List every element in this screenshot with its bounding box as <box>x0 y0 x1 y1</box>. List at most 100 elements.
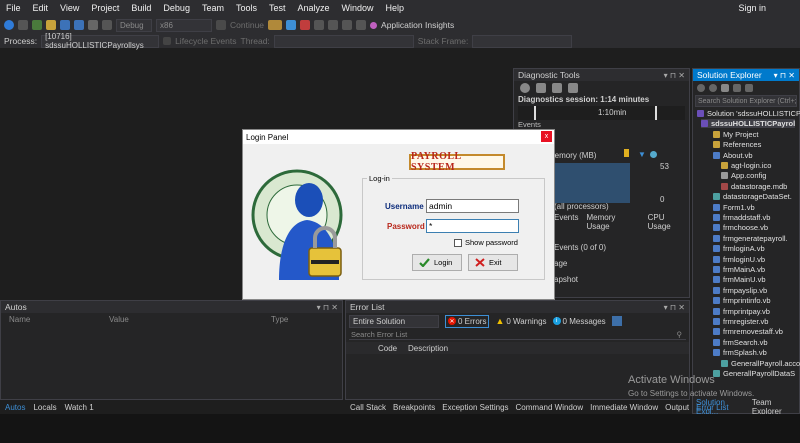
back-icon[interactable] <box>697 84 705 92</box>
menu-file[interactable]: File <box>0 3 27 13</box>
solution-tree-item[interactable]: frmregister.vb <box>713 317 768 326</box>
menu-help[interactable]: Help <box>380 3 411 13</box>
menu-test[interactable]: Test <box>263 3 292 13</box>
settings-icon[interactable] <box>520 83 530 93</box>
col-name[interactable]: Name <box>1 315 109 324</box>
menu-debug[interactable]: Debug <box>157 3 196 13</box>
panel-pin-close-icon[interactable]: ▾ ⊓ ✕ <box>774 71 799 80</box>
tab-exception-settings[interactable]: Exception Settings <box>442 403 508 412</box>
snapshot-text[interactable]: apshot <box>554 275 578 284</box>
solution-tree-item[interactable]: frmprintpay.vb <box>713 307 770 316</box>
tab-watch-1[interactable]: Watch 1 <box>65 403 94 412</box>
exit-button[interactable]: Exit <box>468 254 518 271</box>
show-password-label[interactable]: Show password <box>465 238 518 247</box>
tab-memory-usage[interactable]: Memory Usage <box>586 213 639 231</box>
open-folder-icon[interactable] <box>46 20 56 30</box>
tab-breakpoints[interactable]: Breakpoints <box>393 403 435 412</box>
solution-tree-item[interactable]: About.vb <box>713 151 753 160</box>
tab-error-list[interactable]: Error List <box>696 403 728 412</box>
col-value[interactable]: Value <box>109 315 271 324</box>
solution-tree-item[interactable]: frmMainU.vb <box>713 275 766 284</box>
select-tools-icon[interactable] <box>536 83 546 93</box>
continue-icon[interactable] <box>216 20 226 30</box>
password-field[interactable]: * <box>426 219 519 233</box>
tab-events[interactable]: Events <box>554 213 578 231</box>
col-description[interactable]: Description <box>408 344 448 353</box>
menu-tools[interactable]: Tools <box>230 3 263 13</box>
col-code[interactable]: Code <box>378 344 408 353</box>
solution-tree-item[interactable]: agt-login.ico <box>721 161 771 170</box>
error-search-input[interactable]: Search Error List ⚲ <box>349 329 686 340</box>
home-icon[interactable] <box>721 84 729 92</box>
filter-icon[interactable] <box>611 316 622 326</box>
solution-tree-item[interactable]: datastorageDataSet. <box>713 192 792 201</box>
solution-tree-item[interactable]: frmremovestaff.vb <box>713 327 783 336</box>
thread-dropdown[interactable] <box>273 34 414 48</box>
lifecycle-events-button[interactable]: Lifecycle Events <box>175 36 236 46</box>
solution-tree-item[interactable]: frmSearch.vb <box>713 338 768 347</box>
stop-icon[interactable] <box>300 20 311 30</box>
menu-view[interactable]: View <box>54 3 85 13</box>
menu-window[interactable]: Window <box>336 3 380 13</box>
tab-locals[interactable]: Locals <box>33 403 56 412</box>
panel-pin-close-icon[interactable]: ▾ ⊓ ✕ <box>664 303 689 312</box>
undo-icon[interactable] <box>88 20 98 30</box>
tab-command-window[interactable]: Command Window <box>516 403 584 412</box>
solution-tree-item[interactable]: frmloginA.vb <box>713 244 765 253</box>
solution-tree-item[interactable]: frmgeneratepayroll. <box>713 234 788 243</box>
forward-icon[interactable] <box>18 20 28 30</box>
solution-tree-item[interactable]: sdssuHOLLISTICPayrol <box>701 119 796 129</box>
solution-search-input[interactable]: Search Solution Explorer (Ctrl+;) <box>695 95 797 107</box>
breakpoint-icon[interactable] <box>268 20 283 30</box>
config-dropdown[interactable]: Debug <box>116 18 152 32</box>
menu-edit[interactable]: Edit <box>27 3 55 13</box>
warnings-filter-button[interactable]: ▲ 0 Warnings <box>495 316 546 326</box>
solution-tree-item[interactable]: datastorage.mdb <box>721 182 787 191</box>
menu-team[interactable]: Team <box>196 3 230 13</box>
menu-build[interactable]: Build <box>125 3 157 13</box>
solution-tree-item[interactable]: frmpayslip.vb <box>713 286 767 295</box>
pause-icon[interactable] <box>286 20 297 30</box>
zoom-out-icon[interactable] <box>568 83 578 93</box>
solution-tree-item[interactable]: frmchoose.vb <box>713 223 768 232</box>
back-icon[interactable] <box>4 20 14 30</box>
save-all-icon[interactable] <box>74 20 84 30</box>
solution-tree-item[interactable]: frmprintinfo.vb <box>713 296 771 305</box>
zoom-in-icon[interactable] <box>552 83 562 93</box>
menu-analyze[interactable]: Analyze <box>292 3 336 13</box>
platform-dropdown[interactable]: x86 <box>156 18 212 32</box>
login-button[interactable]: Login <box>412 254 462 271</box>
menu-project[interactable]: Project <box>85 3 125 13</box>
app-insights-icon[interactable] <box>370 21 378 29</box>
solution-tree-item[interactable]: App.config <box>721 171 766 180</box>
solution-tree-item[interactable]: frmloginU.vb <box>713 255 765 264</box>
solution-tree-item[interactable]: frmSplash.vb <box>713 348 767 357</box>
step-into-icon[interactable] <box>342 20 353 30</box>
panel-pin-close-icon[interactable]: ▾ ⊓ ✕ <box>664 71 689 80</box>
solution-tree-item[interactable]: GenerallPayrollDataS <box>713 369 795 378</box>
tab-autos[interactable]: Autos <box>5 403 25 412</box>
redo-icon[interactable] <box>102 20 112 30</box>
sign-in-link[interactable]: Sign in <box>732 3 772 13</box>
solution-tree-item[interactable]: frmaddstaff.vb <box>713 213 770 222</box>
tab-call-stack[interactable]: Call Stack <box>350 403 386 412</box>
process-dropdown[interactable]: [10716] sdssuHOLLISTICPayrollsys <box>41 32 160 50</box>
solution-tree-item[interactable]: My Project <box>713 130 758 139</box>
save-icon[interactable] <box>60 20 70 30</box>
refresh-icon[interactable] <box>745 84 753 92</box>
col-type[interactable]: Type <box>271 315 288 324</box>
step-out-icon[interactable] <box>356 20 367 30</box>
step-over-icon[interactable] <box>328 20 339 30</box>
messages-filter-button[interactable]: i 0 Messages <box>552 317 606 326</box>
forward-icon[interactable] <box>709 84 717 92</box>
new-project-icon[interactable] <box>32 20 42 30</box>
solution-tree-item[interactable]: Solution 'sdssuHOLLISTICPayr <box>697 109 800 118</box>
panel-pin-close-icon[interactable]: ▾ ⊓ ✕ <box>317 303 342 312</box>
tab-output[interactable]: Output <box>665 403 689 412</box>
continue-button[interactable]: Continue <box>230 20 264 30</box>
solution-tree-item[interactable]: GenerallPayroll.acco <box>721 359 800 368</box>
app-insights-button[interactable]: Application Insights <box>381 20 454 30</box>
tab-immediate-window[interactable]: Immediate Window <box>590 403 658 412</box>
solution-tree-item[interactable]: frmMainA.vb <box>713 265 765 274</box>
solution-tree-item[interactable]: Form1.vb <box>713 203 755 212</box>
